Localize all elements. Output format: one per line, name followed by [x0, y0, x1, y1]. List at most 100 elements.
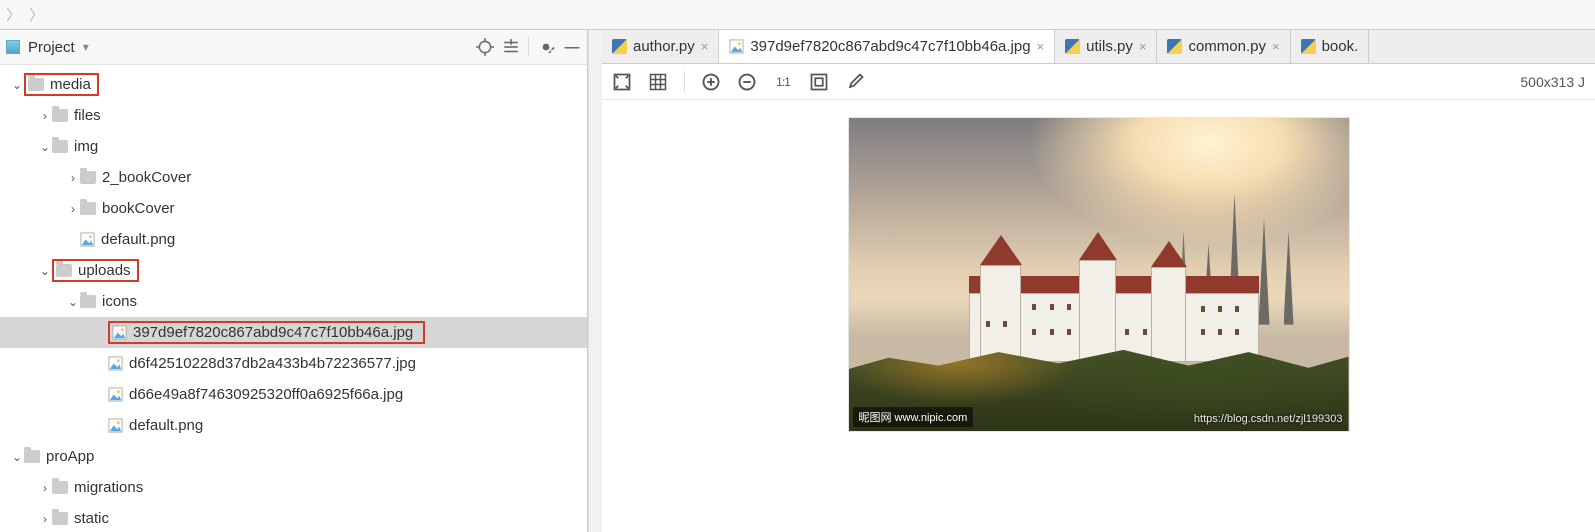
chevron-right-icon[interactable]: ›	[66, 202, 80, 216]
folder-icon	[80, 295, 96, 308]
tab-label: author.py	[633, 38, 695, 55]
zoom-out-icon[interactable]	[737, 72, 757, 92]
tab-common-py[interactable]: common.py ×	[1157, 30, 1290, 63]
watermark-source: 昵图网 www.nipic.com	[853, 407, 974, 427]
tree-folder-proapp[interactable]: ⌄ proApp	[0, 441, 587, 472]
project-sidebar: Project ▾ — ⌄ media › files ⌄ img	[0, 30, 588, 532]
tree-file-default-png[interactable]: default.png	[0, 224, 587, 255]
tab-utils-py[interactable]: utils.py ×	[1055, 30, 1157, 63]
folder-icon	[52, 109, 68, 122]
folder-icon	[80, 171, 96, 184]
tab-label: 397d9ef7820c867abd9c47c7f10bb46a.jpg	[750, 38, 1030, 55]
tree-file-jpg[interactable]: d6f42510228d37db2a433b4b72236577.jpg	[0, 348, 587, 379]
breadcrumb-bar: 〉〉	[0, 0, 1595, 30]
tree-folder-bookcover[interactable]: › bookCover	[0, 193, 587, 224]
image-file-icon	[108, 387, 123, 402]
close-icon[interactable]: ×	[701, 39, 709, 54]
chevron-down-icon[interactable]: ⌄	[10, 78, 24, 92]
project-tree[interactable]: ⌄ media › files ⌄ img › 2_bookCover › bo…	[0, 65, 587, 532]
folder-icon	[56, 264, 72, 277]
tree-label: files	[74, 107, 101, 124]
tab-label: common.py	[1188, 38, 1266, 55]
chevron-right-icon[interactable]: ›	[38, 512, 52, 526]
close-icon[interactable]: ×	[1272, 39, 1280, 54]
image-dimensions: 500x313 J	[1520, 74, 1585, 90]
editor-tabs: author.py × 397d9ef7820c867abd9c47c7f10b…	[602, 30, 1595, 64]
watermark-blog: https://blog.csdn.net/zjl199303	[1194, 413, 1343, 425]
main-area: Project ▾ — ⌄ media › files ⌄ img	[0, 30, 1595, 532]
gear-icon[interactable]	[537, 38, 555, 56]
project-panel-title[interactable]: Project	[28, 39, 75, 56]
color-picker-icon[interactable]	[845, 72, 865, 92]
hide-icon[interactable]: —	[563, 38, 581, 56]
tree-folder-img[interactable]: ⌄ img	[0, 131, 587, 162]
folder-icon	[28, 78, 44, 91]
editor-area: author.py × 397d9ef7820c867abd9c47c7f10b…	[602, 30, 1595, 532]
python-file-icon	[1301, 39, 1316, 54]
tree-label: static	[74, 510, 109, 527]
tree-label: 397d9ef7820c867abd9c47c7f10bb46a.jpg	[133, 324, 413, 341]
image-file-icon	[112, 325, 127, 340]
close-icon[interactable]: ×	[1037, 39, 1045, 54]
tab-active-image[interactable]: 397d9ef7820c867abd9c47c7f10bb46a.jpg ×	[719, 30, 1055, 63]
tree-label: default.png	[129, 417, 203, 434]
folder-icon	[52, 140, 68, 153]
tree-file-jpg[interactable]: d66e49a8f74630925320ff0a6925f66a.jpg	[0, 379, 587, 410]
python-file-icon	[1167, 39, 1182, 54]
project-icon	[6, 40, 20, 54]
tree-label: d6f42510228d37db2a433b4b72236577.jpg	[129, 355, 416, 372]
project-panel-header: Project ▾ —	[0, 30, 587, 65]
image-file-icon	[108, 418, 123, 433]
collapse-all-icon[interactable]	[502, 38, 520, 56]
chevron-down-icon[interactable]: ⌄	[10, 450, 24, 464]
tab-book-py[interactable]: book.	[1291, 30, 1370, 63]
chevron-right-icon[interactable]: ›	[38, 109, 52, 123]
image-file-icon	[729, 39, 744, 54]
tree-label: img	[74, 138, 98, 155]
zoom-in-icon[interactable]	[701, 72, 721, 92]
locate-icon[interactable]	[476, 38, 494, 56]
image-preview: 昵图网 www.nipic.com https://blog.csdn.net/…	[849, 118, 1349, 431]
chevron-right-icon[interactable]: ›	[38, 481, 52, 495]
tree-file-default-png[interactable]: default.png	[0, 410, 587, 441]
tree-label: proApp	[46, 448, 94, 465]
tab-author-py[interactable]: author.py ×	[602, 30, 719, 63]
tree-label: media	[50, 76, 91, 93]
tree-label: default.png	[101, 231, 175, 248]
tree-label: 2_bookCover	[102, 169, 191, 186]
image-toolbar: 1:1 500x313 J	[602, 64, 1595, 100]
image-file-icon	[108, 356, 123, 371]
tree-folder-files[interactable]: › files	[0, 100, 587, 131]
chevron-down-icon[interactable]: ⌄	[38, 140, 52, 154]
split-gutter[interactable]	[588, 30, 602, 532]
tree-folder-static[interactable]: › static	[0, 503, 587, 532]
folder-icon	[52, 481, 68, 494]
tree-label: bookCover	[102, 200, 175, 217]
tree-label: icons	[102, 293, 137, 310]
folder-icon	[80, 202, 96, 215]
fit-window-icon[interactable]	[809, 72, 829, 92]
tree-label: uploads	[78, 262, 131, 279]
folder-icon	[52, 512, 68, 525]
close-icon[interactable]: ×	[1139, 39, 1147, 54]
image-canvas[interactable]: 昵图网 www.nipic.com https://blog.csdn.net/…	[602, 100, 1595, 532]
tree-folder-migrations[interactable]: › migrations	[0, 472, 587, 503]
image-file-icon	[80, 232, 95, 247]
tree-folder-media[interactable]: ⌄ media	[0, 69, 587, 100]
python-file-icon	[612, 39, 627, 54]
grid-icon[interactable]	[648, 72, 668, 92]
tab-label: book.	[1322, 38, 1359, 55]
chevron-down-icon[interactable]: ⌄	[66, 295, 80, 309]
tree-folder-2bookcover[interactable]: › 2_bookCover	[0, 162, 587, 193]
fit-screen-icon[interactable]	[612, 72, 632, 92]
tree-file-selected-jpg[interactable]: 397d9ef7820c867abd9c47c7f10bb46a.jpg	[0, 317, 587, 348]
chevron-down-icon[interactable]: ⌄	[38, 264, 52, 278]
actual-size-button[interactable]: 1:1	[773, 72, 793, 92]
tree-folder-uploads[interactable]: ⌄ uploads	[0, 255, 587, 286]
tree-folder-icons[interactable]: ⌄ icons	[0, 286, 587, 317]
tree-label: migrations	[74, 479, 143, 496]
tree-label: d66e49a8f74630925320ff0a6925f66a.jpg	[129, 386, 403, 403]
chevron-down-icon[interactable]: ▾	[83, 40, 89, 54]
chevron-right-icon[interactable]: ›	[66, 171, 80, 185]
folder-icon	[24, 450, 40, 463]
